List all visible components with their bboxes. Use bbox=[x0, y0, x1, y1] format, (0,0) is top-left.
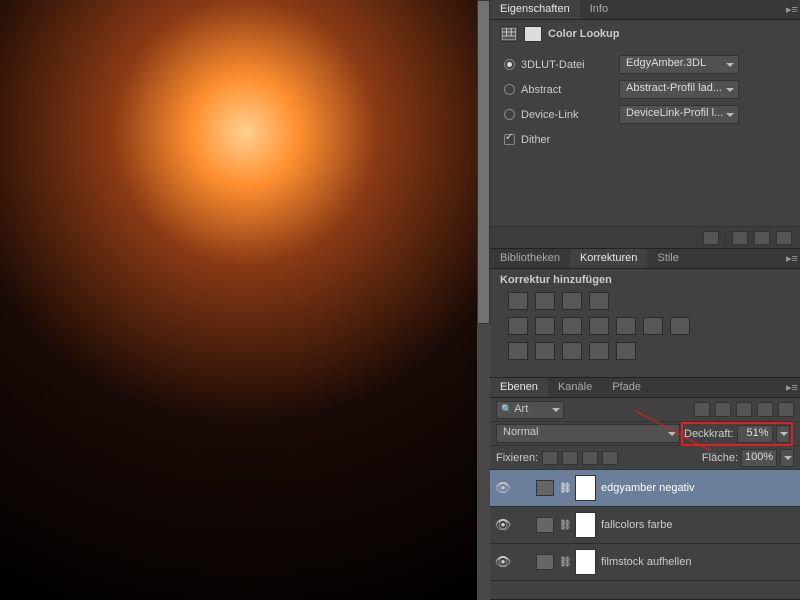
lock-transparency-icon[interactable] bbox=[542, 451, 558, 465]
link-icon[interactable]: ⛓ bbox=[559, 557, 570, 568]
layers-panel: Ebenen Kanäle Pfade ▸≡ Art Normal Deckkr… bbox=[490, 378, 800, 600]
channel-mixer-icon[interactable] bbox=[643, 317, 663, 335]
tab-kanaele[interactable]: Kanäle bbox=[548, 378, 602, 397]
mask-icon bbox=[524, 26, 542, 42]
opacity-popup-icon[interactable] bbox=[776, 425, 790, 443]
layer-filter-dropdown[interactable]: Art bbox=[496, 401, 564, 419]
filter-smart-icon[interactable] bbox=[778, 402, 794, 417]
dropdown-3dlut[interactable]: EdgyAmber.3DL bbox=[619, 55, 739, 74]
tab-eigenschaften[interactable]: Eigenschaften bbox=[490, 0, 580, 19]
visibility-icon[interactable] bbox=[754, 231, 770, 245]
properties-panel: Eigenschaften Info ▸≡ Color Lookup 3DLUT… bbox=[490, 0, 800, 249]
layer-list: 👁 ⛓ edgyamber negativ 👁 ⛓ fallcolors far… bbox=[490, 470, 800, 599]
curves-icon[interactable] bbox=[562, 292, 582, 310]
tab-ebenen[interactable]: Ebenen bbox=[490, 378, 548, 397]
brightness-icon[interactable] bbox=[508, 292, 528, 310]
layer-item[interactable]: 👁 ⛓ filmstock aufhellen bbox=[490, 544, 800, 581]
tab-stile[interactable]: Stile bbox=[647, 249, 688, 268]
label-devicelink: Device-Link bbox=[521, 109, 613, 121]
lock-label: Fixieren: bbox=[496, 452, 538, 464]
layer-item[interactable]: 👁 ⛓ edgyamber negativ bbox=[490, 470, 800, 507]
link-icon[interactable]: ⛓ bbox=[559, 483, 570, 494]
layer-mask-thumb[interactable] bbox=[575, 475, 596, 501]
reset-icon[interactable] bbox=[732, 231, 748, 245]
color-balance-icon[interactable] bbox=[562, 317, 582, 335]
trash-icon[interactable] bbox=[776, 231, 792, 245]
layers-tab-bar: Ebenen Kanäle Pfade ▸≡ bbox=[490, 378, 800, 398]
adjustments-grid bbox=[490, 288, 800, 377]
grid-icon bbox=[500, 26, 518, 42]
clip-icon[interactable] bbox=[703, 231, 719, 245]
fill-input[interactable]: 100% bbox=[741, 449, 777, 467]
corrections-tab-bar: Bibliotheken Korrekturen Stile ▸≡ bbox=[490, 249, 800, 269]
tab-korrekturen[interactable]: Korrekturen bbox=[570, 249, 647, 268]
canvas-scrollbar[interactable] bbox=[477, 0, 490, 600]
image-canvas[interactable] bbox=[0, 0, 490, 600]
properties-tab-bar: Eigenschaften Info ▸≡ bbox=[490, 0, 800, 20]
gradient-map-icon[interactable] bbox=[589, 342, 609, 360]
label-3dlut: 3DLUT-Datei bbox=[521, 59, 613, 71]
lock-pixels-icon[interactable] bbox=[562, 451, 578, 465]
panel-menu-icon[interactable]: ▸≡ bbox=[784, 0, 800, 19]
layer-visibility-icon[interactable]: 👁 bbox=[490, 517, 516, 533]
dropdown-abstract[interactable]: Abstract-Profil lad... bbox=[619, 80, 739, 99]
posterize-icon[interactable] bbox=[535, 342, 555, 360]
properties-footer-icons bbox=[490, 226, 800, 248]
layer-visibility-icon[interactable]: 👁 bbox=[490, 554, 516, 570]
panel-menu-icon[interactable]: ▸≡ bbox=[784, 249, 800, 268]
threshold-icon[interactable] bbox=[562, 342, 582, 360]
layer-item[interactable]: 👁 ⛓ fallcolors farbe bbox=[490, 507, 800, 544]
tab-pfade[interactable]: Pfade bbox=[602, 378, 651, 397]
fill-label[interactable]: Fläche: bbox=[702, 452, 738, 464]
radio-devicelink[interactable] bbox=[504, 109, 515, 120]
bw-icon[interactable] bbox=[589, 317, 609, 335]
panel-menu-icon[interactable]: ▸≡ bbox=[784, 378, 800, 397]
filter-shape-icon[interactable] bbox=[757, 402, 773, 417]
layer-visibility-icon[interactable]: 👁 bbox=[490, 480, 516, 496]
filter-adjustment-icon[interactable] bbox=[715, 402, 731, 417]
opacity-input[interactable]: 51% bbox=[737, 425, 773, 443]
checkbox-dither[interactable] bbox=[504, 134, 515, 145]
color-lookup-icon[interactable] bbox=[670, 317, 690, 335]
filter-type-icon[interactable] bbox=[736, 402, 752, 417]
adjustment-layer-icon bbox=[536, 480, 554, 496]
selective-color-icon[interactable] bbox=[616, 342, 636, 360]
lock-position-icon[interactable] bbox=[582, 451, 598, 465]
layer-mask-thumb[interactable] bbox=[575, 549, 596, 575]
opacity-label[interactable]: Deckkraft: bbox=[684, 428, 734, 440]
layer-name[interactable]: edgyamber negativ bbox=[601, 482, 695, 494]
radio-abstract[interactable] bbox=[504, 84, 515, 95]
opacity-control: Deckkraft: 51% bbox=[684, 425, 790, 443]
label-dither: Dither bbox=[521, 134, 550, 146]
corrections-panel: Bibliotheken Korrekturen Stile ▸≡ Korrek… bbox=[490, 249, 800, 378]
tab-info[interactable]: Info bbox=[580, 0, 618, 19]
filter-pixel-icon[interactable] bbox=[694, 402, 710, 417]
radio-3dlut[interactable] bbox=[504, 59, 515, 70]
fill-popup-icon[interactable] bbox=[780, 449, 794, 467]
label-abstract: Abstract bbox=[521, 84, 613, 96]
blend-mode-dropdown[interactable]: Normal bbox=[496, 424, 680, 443]
properties-title: Color Lookup bbox=[548, 28, 620, 40]
levels-icon[interactable] bbox=[535, 292, 555, 310]
link-icon[interactable]: ⛓ bbox=[559, 520, 570, 531]
layer-name[interactable]: fallcolors farbe bbox=[601, 519, 673, 531]
photo-filter-icon[interactable] bbox=[616, 317, 636, 335]
corrections-heading: Korrektur hinzufügen bbox=[500, 274, 612, 286]
adjustment-layer-icon bbox=[536, 554, 554, 570]
adjustment-layer-icon bbox=[536, 517, 554, 533]
hue-sat-icon[interactable] bbox=[535, 317, 555, 335]
tab-bibliotheken[interactable]: Bibliotheken bbox=[490, 249, 570, 268]
exposure-icon[interactable] bbox=[589, 292, 609, 310]
lock-all-icon[interactable] bbox=[602, 451, 618, 465]
vibrance-icon[interactable] bbox=[508, 317, 528, 335]
side-panels: Eigenschaften Info ▸≡ Color Lookup 3DLUT… bbox=[490, 0, 800, 600]
layer-mask-thumb[interactable] bbox=[575, 512, 596, 538]
dropdown-devicelink[interactable]: DeviceLink-Profil l... bbox=[619, 105, 739, 124]
invert-icon[interactable] bbox=[508, 342, 528, 360]
layer-name[interactable]: filmstock aufhellen bbox=[601, 556, 692, 568]
